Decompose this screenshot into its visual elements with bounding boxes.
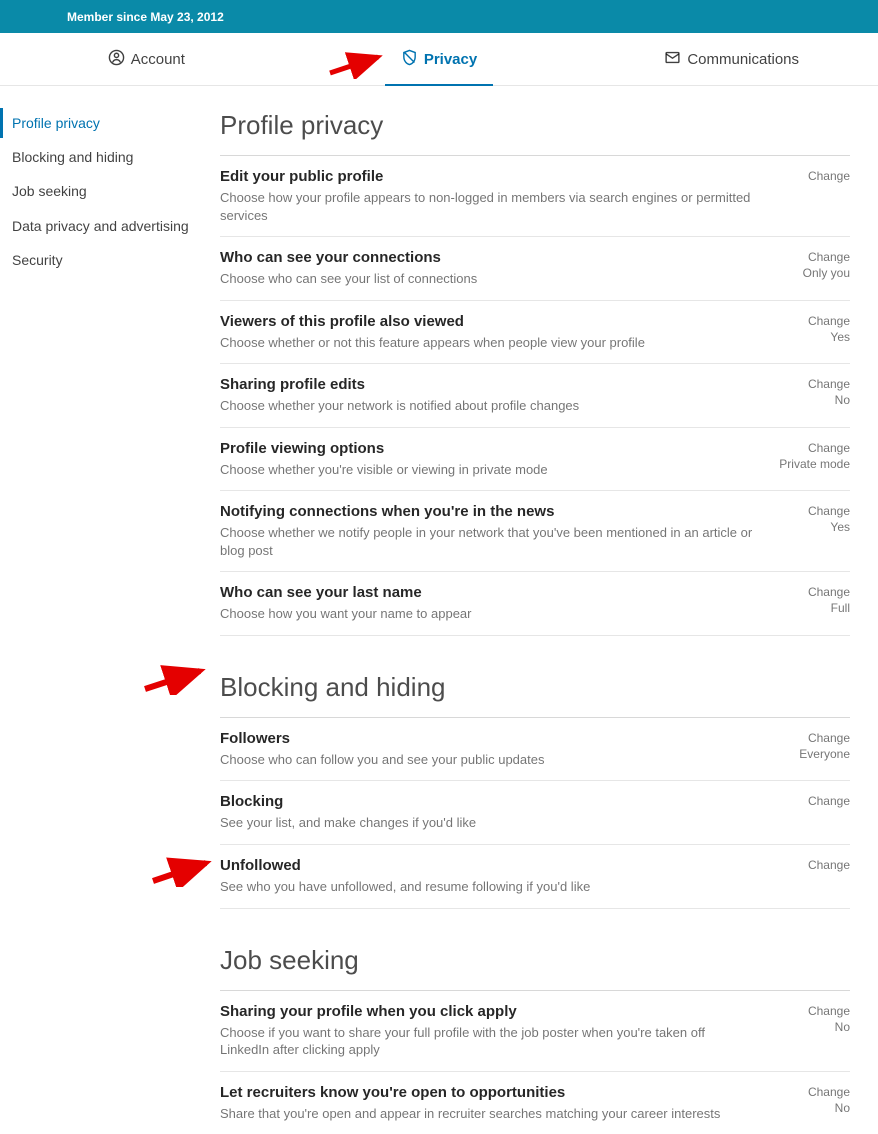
setting-value: Yes: [770, 330, 850, 344]
setting-row[interactable]: Notifying connections when you're in the…: [220, 491, 850, 572]
setting-row[interactable]: Blocking See your list, and make changes…: [220, 781, 850, 845]
sidebar-item-blocking-hiding[interactable]: Blocking and hiding: [0, 142, 220, 172]
setting-row[interactable]: Who can see your connections Choose who …: [220, 237, 850, 301]
setting-desc: Choose who can follow you and see your p…: [220, 751, 754, 769]
change-link[interactable]: Change: [770, 731, 850, 745]
setting-desc: Share that you're open and appear in rec…: [220, 1105, 754, 1123]
setting-title: Edit your public profile: [220, 168, 754, 185]
setting-value: No: [770, 393, 850, 407]
setting-desc: Choose if you want to share your full pr…: [220, 1024, 754, 1059]
setting-value: Only you: [770, 266, 850, 280]
sidebar-item-label: Job seeking: [12, 183, 87, 199]
section-title-blocking-hiding: Blocking and hiding: [220, 672, 850, 703]
section-title-job-seeking: Job seeking: [220, 945, 850, 976]
setting-row[interactable]: Edit your public profile Choose how your…: [220, 156, 850, 237]
setting-value: No: [770, 1020, 850, 1034]
sidebar-item-job-seeking[interactable]: Job seeking: [0, 176, 220, 206]
change-link[interactable]: Change: [770, 1085, 850, 1099]
setting-row[interactable]: Sharing your profile when you click appl…: [220, 991, 850, 1072]
tabs-nav: Account Privacy Communications: [0, 33, 878, 86]
setting-title: Sharing profile edits: [220, 376, 754, 393]
change-link[interactable]: Change: [770, 794, 850, 808]
tab-label: Communications: [687, 51, 799, 68]
change-link[interactable]: Change: [770, 858, 850, 872]
user-icon: [108, 49, 125, 70]
settings-sidebar: Profile privacy Blocking and hiding Job …: [0, 106, 220, 1134]
setting-row[interactable]: Profile viewing options Choose whether y…: [220, 428, 850, 492]
setting-desc: Choose how you want your name to appear: [220, 605, 754, 623]
setting-desc: See your list, and make changes if you'd…: [220, 814, 754, 832]
setting-title: Blocking: [220, 793, 754, 810]
sidebar-item-data-privacy[interactable]: Data privacy and advertising: [0, 211, 220, 241]
setting-row[interactable]: Who can see your last name Choose how yo…: [220, 572, 850, 636]
envelope-icon: [664, 49, 681, 70]
change-link[interactable]: Change: [770, 377, 850, 391]
setting-row[interactable]: Let recruiters know you're open to oppor…: [220, 1072, 850, 1134]
setting-desc: Choose who can see your list of connecti…: [220, 270, 754, 288]
change-link[interactable]: Change: [770, 250, 850, 264]
setting-value: No: [770, 1101, 850, 1115]
setting-title: Profile viewing options: [220, 440, 754, 457]
sidebar-item-label: Data privacy and advertising: [12, 218, 189, 234]
setting-desc: Choose whether your network is notified …: [220, 397, 754, 415]
setting-value: Private mode: [770, 457, 850, 471]
setting-desc: Choose whether you're visible or viewing…: [220, 461, 754, 479]
setting-desc: See who you have unfollowed, and resume …: [220, 878, 754, 896]
change-link[interactable]: Change: [770, 441, 850, 455]
setting-title: Let recruiters know you're open to oppor…: [220, 1084, 754, 1101]
setting-row[interactable]: Viewers of this profile also viewed Choo…: [220, 301, 850, 365]
setting-value: Everyone: [770, 747, 850, 761]
setting-title: Sharing your profile when you click appl…: [220, 1003, 754, 1020]
sidebar-item-security[interactable]: Security: [0, 245, 220, 275]
setting-title: Unfollowed: [220, 857, 754, 874]
tab-communications[interactable]: Communications: [585, 33, 878, 85]
change-link[interactable]: Change: [770, 314, 850, 328]
sidebar-item-profile-privacy[interactable]: Profile privacy: [0, 108, 220, 138]
sidebar-item-label: Security: [12, 252, 63, 268]
shield-icon: [401, 49, 418, 70]
setting-title: Who can see your connections: [220, 249, 754, 266]
change-link[interactable]: Change: [770, 169, 850, 183]
member-since-label: Member since May 23, 2012: [67, 10, 224, 24]
setting-desc: Choose whether we notify people in your …: [220, 524, 754, 559]
setting-row[interactable]: Followers Choose who can follow you and …: [220, 718, 850, 782]
tab-label: Account: [131, 51, 185, 68]
setting-title: Viewers of this profile also viewed: [220, 313, 754, 330]
sidebar-item-label: Blocking and hiding: [12, 149, 133, 165]
setting-title: Notifying connections when you're in the…: [220, 503, 754, 520]
setting-value: Full: [770, 601, 850, 615]
change-link[interactable]: Change: [770, 504, 850, 518]
sidebar-item-label: Profile privacy: [12, 115, 100, 131]
setting-desc: Choose how your profile appears to non-l…: [220, 189, 754, 224]
setting-row[interactable]: Sharing profile edits Choose whether you…: [220, 364, 850, 428]
tab-privacy[interactable]: Privacy: [293, 33, 586, 85]
setting-title: Followers: [220, 730, 754, 747]
setting-value: Yes: [770, 520, 850, 534]
setting-row[interactable]: Unfollowed See who you have unfollowed, …: [220, 845, 850, 909]
section-title-profile-privacy: Profile privacy: [220, 110, 850, 141]
header-bar: Member since May 23, 2012: [0, 0, 878, 33]
tab-account[interactable]: Account: [0, 33, 293, 85]
tab-label: Privacy: [424, 51, 477, 68]
change-link[interactable]: Change: [770, 585, 850, 599]
change-link[interactable]: Change: [770, 1004, 850, 1018]
setting-title: Who can see your last name: [220, 584, 754, 601]
setting-desc: Choose whether or not this feature appea…: [220, 334, 754, 352]
